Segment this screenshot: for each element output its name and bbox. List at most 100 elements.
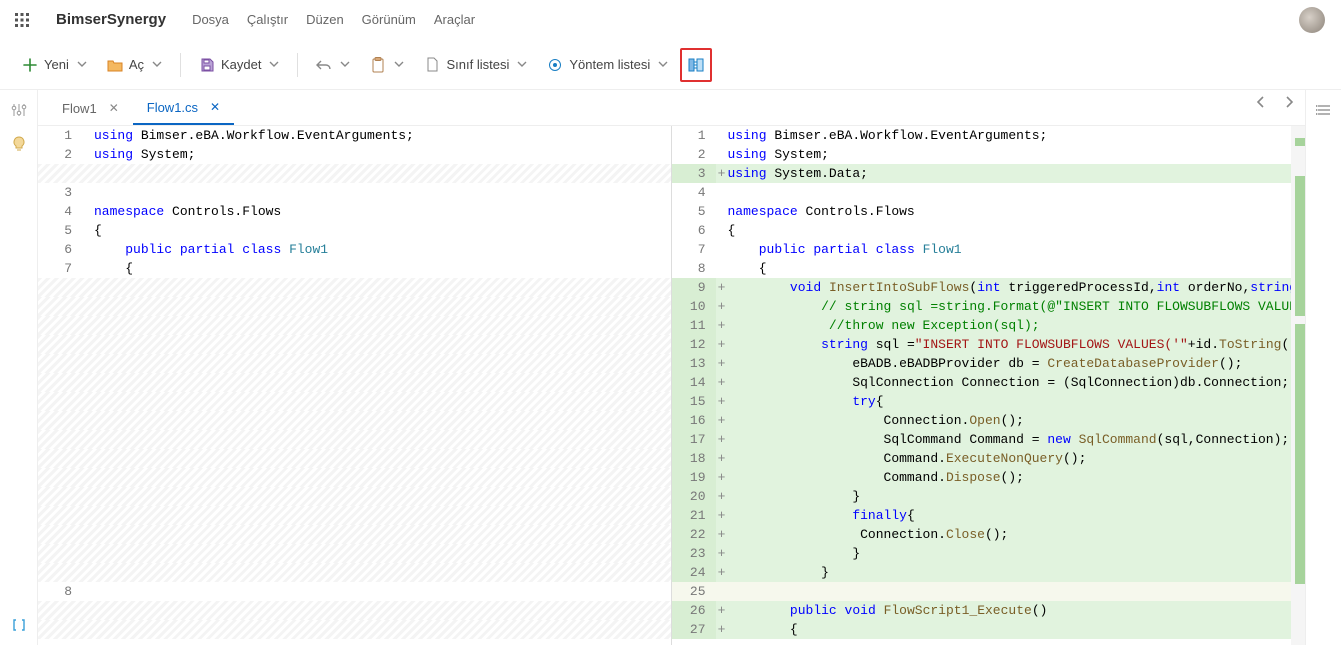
document-icon <box>424 57 440 73</box>
diff-removed-placeholder <box>38 601 671 620</box>
bracket-icon[interactable] <box>11 617 27 633</box>
menu-view[interactable]: Görünüm <box>362 12 416 27</box>
code-line: 6 public partial class Flow1 <box>38 240 671 259</box>
tab-label: Flow1 <box>62 101 97 116</box>
compare-toggle-button[interactable] <box>680 48 712 82</box>
toolbar: Yeni Aç Kaydet <box>0 40 1341 90</box>
close-icon[interactable]: ✕ <box>210 100 220 114</box>
code-line: 8 <box>38 582 671 601</box>
code-line-added: 14+ SqlConnection Connection = (SqlConne… <box>672 373 1292 392</box>
left-rail <box>0 90 38 645</box>
undo-icon <box>316 57 332 73</box>
code-line: 3 <box>38 183 671 202</box>
tab-bar: Flow1 ✕ Flow1.cs ✕ <box>38 90 1305 126</box>
code-line-added: 20+ } <box>672 487 1292 506</box>
save-button[interactable]: Kaydet <box>191 48 287 82</box>
class-list-label: Sınıf listesi <box>446 57 509 72</box>
diff-removed-placeholder <box>38 354 671 373</box>
chevron-down-icon <box>394 57 404 72</box>
code-line: 5namespace Controls.Flows <box>672 202 1292 221</box>
clipboard-icon <box>370 57 386 73</box>
toolbar-separator <box>180 53 181 77</box>
menu-run[interactable]: Çalıştır <box>247 12 288 27</box>
code-line: 7 { <box>38 259 671 278</box>
overview-ruler[interactable] <box>1291 126 1305 645</box>
code-line-added: 18+ Command.ExecuteNonQuery(); <box>672 449 1292 468</box>
code-line-added: 10+ // string sql =string.Format(@"INSER… <box>672 297 1292 316</box>
overview-mark[interactable] <box>1295 138 1305 146</box>
lightbulb-icon[interactable] <box>11 136 27 152</box>
right-rail <box>1305 90 1341 645</box>
overview-mark[interactable] <box>1295 176 1305 316</box>
list-icon[interactable] <box>1316 102 1332 118</box>
save-icon <box>199 57 215 73</box>
code-line-added: 15+ try{ <box>672 392 1292 411</box>
settings-sliders-icon[interactable] <box>11 102 27 118</box>
prev-tab-icon[interactable] <box>1255 96 1267 111</box>
editor-left[interactable]: 1using Bimser.eBA.Workflow.EventArgument… <box>38 126 672 645</box>
code-line-added: 12+ string sql ="INSERT INTO FLOWSUBFLOW… <box>672 335 1292 354</box>
tab-label: Flow1.cs <box>147 100 198 115</box>
code-line: 4 <box>672 183 1292 202</box>
code-line: 4namespace Controls.Flows <box>38 202 671 221</box>
diff-removed-placeholder <box>38 506 671 525</box>
new-button[interactable]: Yeni <box>14 48 95 82</box>
diff-removed-placeholder <box>38 449 671 468</box>
diff-icon <box>688 57 704 73</box>
code-line: 7 public partial class Flow1 <box>672 240 1292 259</box>
menu-edit[interactable]: Düzen <box>306 12 344 27</box>
tab-flow1-cs[interactable]: Flow1.cs ✕ <box>133 91 234 125</box>
code-line-added: 16+ Connection.Open(); <box>672 411 1292 430</box>
target-icon <box>547 57 563 73</box>
code-line: 2using System; <box>672 145 1292 164</box>
diff-removed-placeholder <box>38 316 671 335</box>
code-line-added: 9+ void InsertIntoSubFlows(int triggered… <box>672 278 1292 297</box>
new-label: Yeni <box>44 57 69 72</box>
clipboard-button[interactable] <box>362 48 412 82</box>
class-list-button[interactable]: Sınıf listesi <box>416 48 535 82</box>
code-line: 6{ <box>672 221 1292 240</box>
code-line-added: 11+ //throw new Exception(sql); <box>672 316 1292 335</box>
menu-tools[interactable]: Araçlar <box>434 12 475 27</box>
code-line: 25 <box>672 582 1292 601</box>
diff-removed-placeholder <box>38 392 671 411</box>
toolbar-separator <box>297 53 298 77</box>
diff-removed-placeholder <box>38 620 671 639</box>
open-label: Aç <box>129 57 144 72</box>
diff-removed-placeholder <box>38 525 671 544</box>
chevron-down-icon <box>152 57 162 72</box>
code-line <box>38 164 671 183</box>
code-line: 8 { <box>672 259 1292 278</box>
code-line-added: 19+ Command.Dispose(); <box>672 468 1292 487</box>
editor-right[interactable]: 1using Bimser.eBA.Workflow.EventArgument… <box>672 126 1306 645</box>
code-line: 1using Bimser.eBA.Workflow.EventArgument… <box>672 126 1292 145</box>
code-line-added: 23+ } <box>672 544 1292 563</box>
code-line-added: 3+using System.Data; <box>672 164 1292 183</box>
top-menu-bar: BimserSynergy Dosya Çalıştır Düzen Görün… <box>0 0 1341 40</box>
code-line-added: 24+ } <box>672 563 1292 582</box>
code-line-added: 13+ eBADB.eBADBProvider db = CreateDatab… <box>672 354 1292 373</box>
editor-main: Flow1 ✕ Flow1.cs ✕ 1using Bimser.eBA.Wor… <box>38 90 1305 645</box>
overview-mark[interactable] <box>1295 324 1305 584</box>
workspace: Flow1 ✕ Flow1.cs ✕ 1using Bimser.eBA.Wor… <box>0 90 1341 645</box>
open-button[interactable]: Aç <box>99 48 170 82</box>
code-line: 1using Bimser.eBA.Workflow.EventArgument… <box>38 126 671 145</box>
diff-removed-placeholder <box>38 278 671 297</box>
close-icon[interactable]: ✕ <box>109 101 119 115</box>
diff-removed-placeholder <box>38 297 671 316</box>
code-line-added: 22+ Connection.Close(); <box>672 525 1292 544</box>
diff-editors: 1using Bimser.eBA.Workflow.EventArgument… <box>38 126 1305 645</box>
diff-removed-placeholder <box>38 468 671 487</box>
diff-removed-placeholder <box>38 335 671 354</box>
code-line-added: 27+ { <box>672 620 1292 639</box>
folder-open-icon <box>107 57 123 73</box>
method-list-button[interactable]: Yöntem listesi <box>539 48 676 82</box>
user-avatar[interactable] <box>1299 7 1325 33</box>
code-line-added: 21+ finally{ <box>672 506 1292 525</box>
apps-grid-icon[interactable] <box>10 8 34 32</box>
menu-file[interactable]: Dosya <box>192 12 229 27</box>
undo-button[interactable] <box>308 48 358 82</box>
tab-flow1[interactable]: Flow1 ✕ <box>48 91 133 125</box>
code-line: 2using System; <box>38 145 671 164</box>
next-tab-icon[interactable] <box>1283 96 1295 111</box>
